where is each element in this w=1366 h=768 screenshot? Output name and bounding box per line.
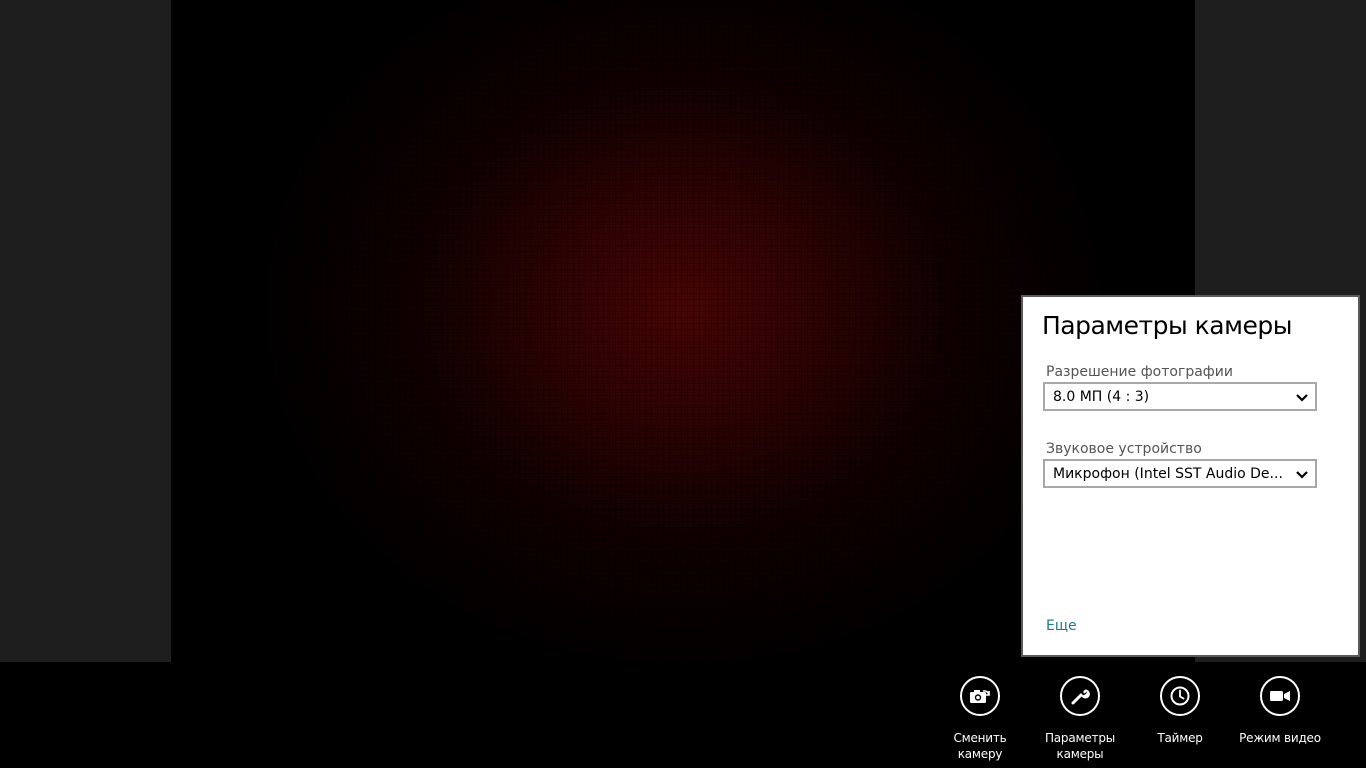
video-mode-label: Режим видео bbox=[1239, 731, 1321, 745]
photo-resolution-select[interactable]: 8.0 МП (4 : 3) bbox=[1043, 382, 1317, 411]
chevron-down-icon bbox=[1295, 390, 1309, 409]
camera-options-button[interactable]: Параметры камеры bbox=[1030, 676, 1130, 764]
video-camera-icon bbox=[1260, 676, 1300, 716]
audio-device-select[interactable]: Микрофон (Intel SST Audio De... bbox=[1043, 459, 1317, 488]
audio-device-value: Микрофон (Intel SST Audio De... bbox=[1053, 466, 1283, 482]
switch-camera-icon bbox=[960, 676, 1000, 716]
timer-label: Таймер bbox=[1157, 731, 1203, 745]
more-options-link[interactable]: Еще bbox=[1046, 618, 1077, 634]
chevron-down-icon bbox=[1295, 467, 1309, 486]
photo-resolution-label: Разрешение фотографии bbox=[1046, 364, 1233, 380]
photo-resolution-value: 8.0 МП (4 : 3) bbox=[1053, 389, 1150, 405]
flyout-title: Параметры камеры bbox=[1042, 311, 1292, 340]
camera-options-label: Параметры камеры bbox=[1044, 731, 1116, 761]
video-mode-button[interactable]: Режим видео bbox=[1230, 676, 1330, 764]
wrench-icon bbox=[1060, 676, 1100, 716]
letterbox-left bbox=[0, 0, 171, 662]
switch-camera-label: Сменить камеру bbox=[953, 731, 1007, 761]
camera-options-flyout: Параметры камеры Разрешение фотографии 8… bbox=[1021, 295, 1360, 657]
timer-button[interactable]: Таймер bbox=[1130, 676, 1230, 764]
audio-device-label: Звуковое устройство bbox=[1046, 441, 1202, 457]
switch-camera-button[interactable]: Сменить камеру bbox=[930, 676, 1030, 764]
camera-app: Сменить камеру Параметры камеры Таймер Р… bbox=[0, 0, 1366, 768]
clock-icon bbox=[1160, 676, 1200, 716]
